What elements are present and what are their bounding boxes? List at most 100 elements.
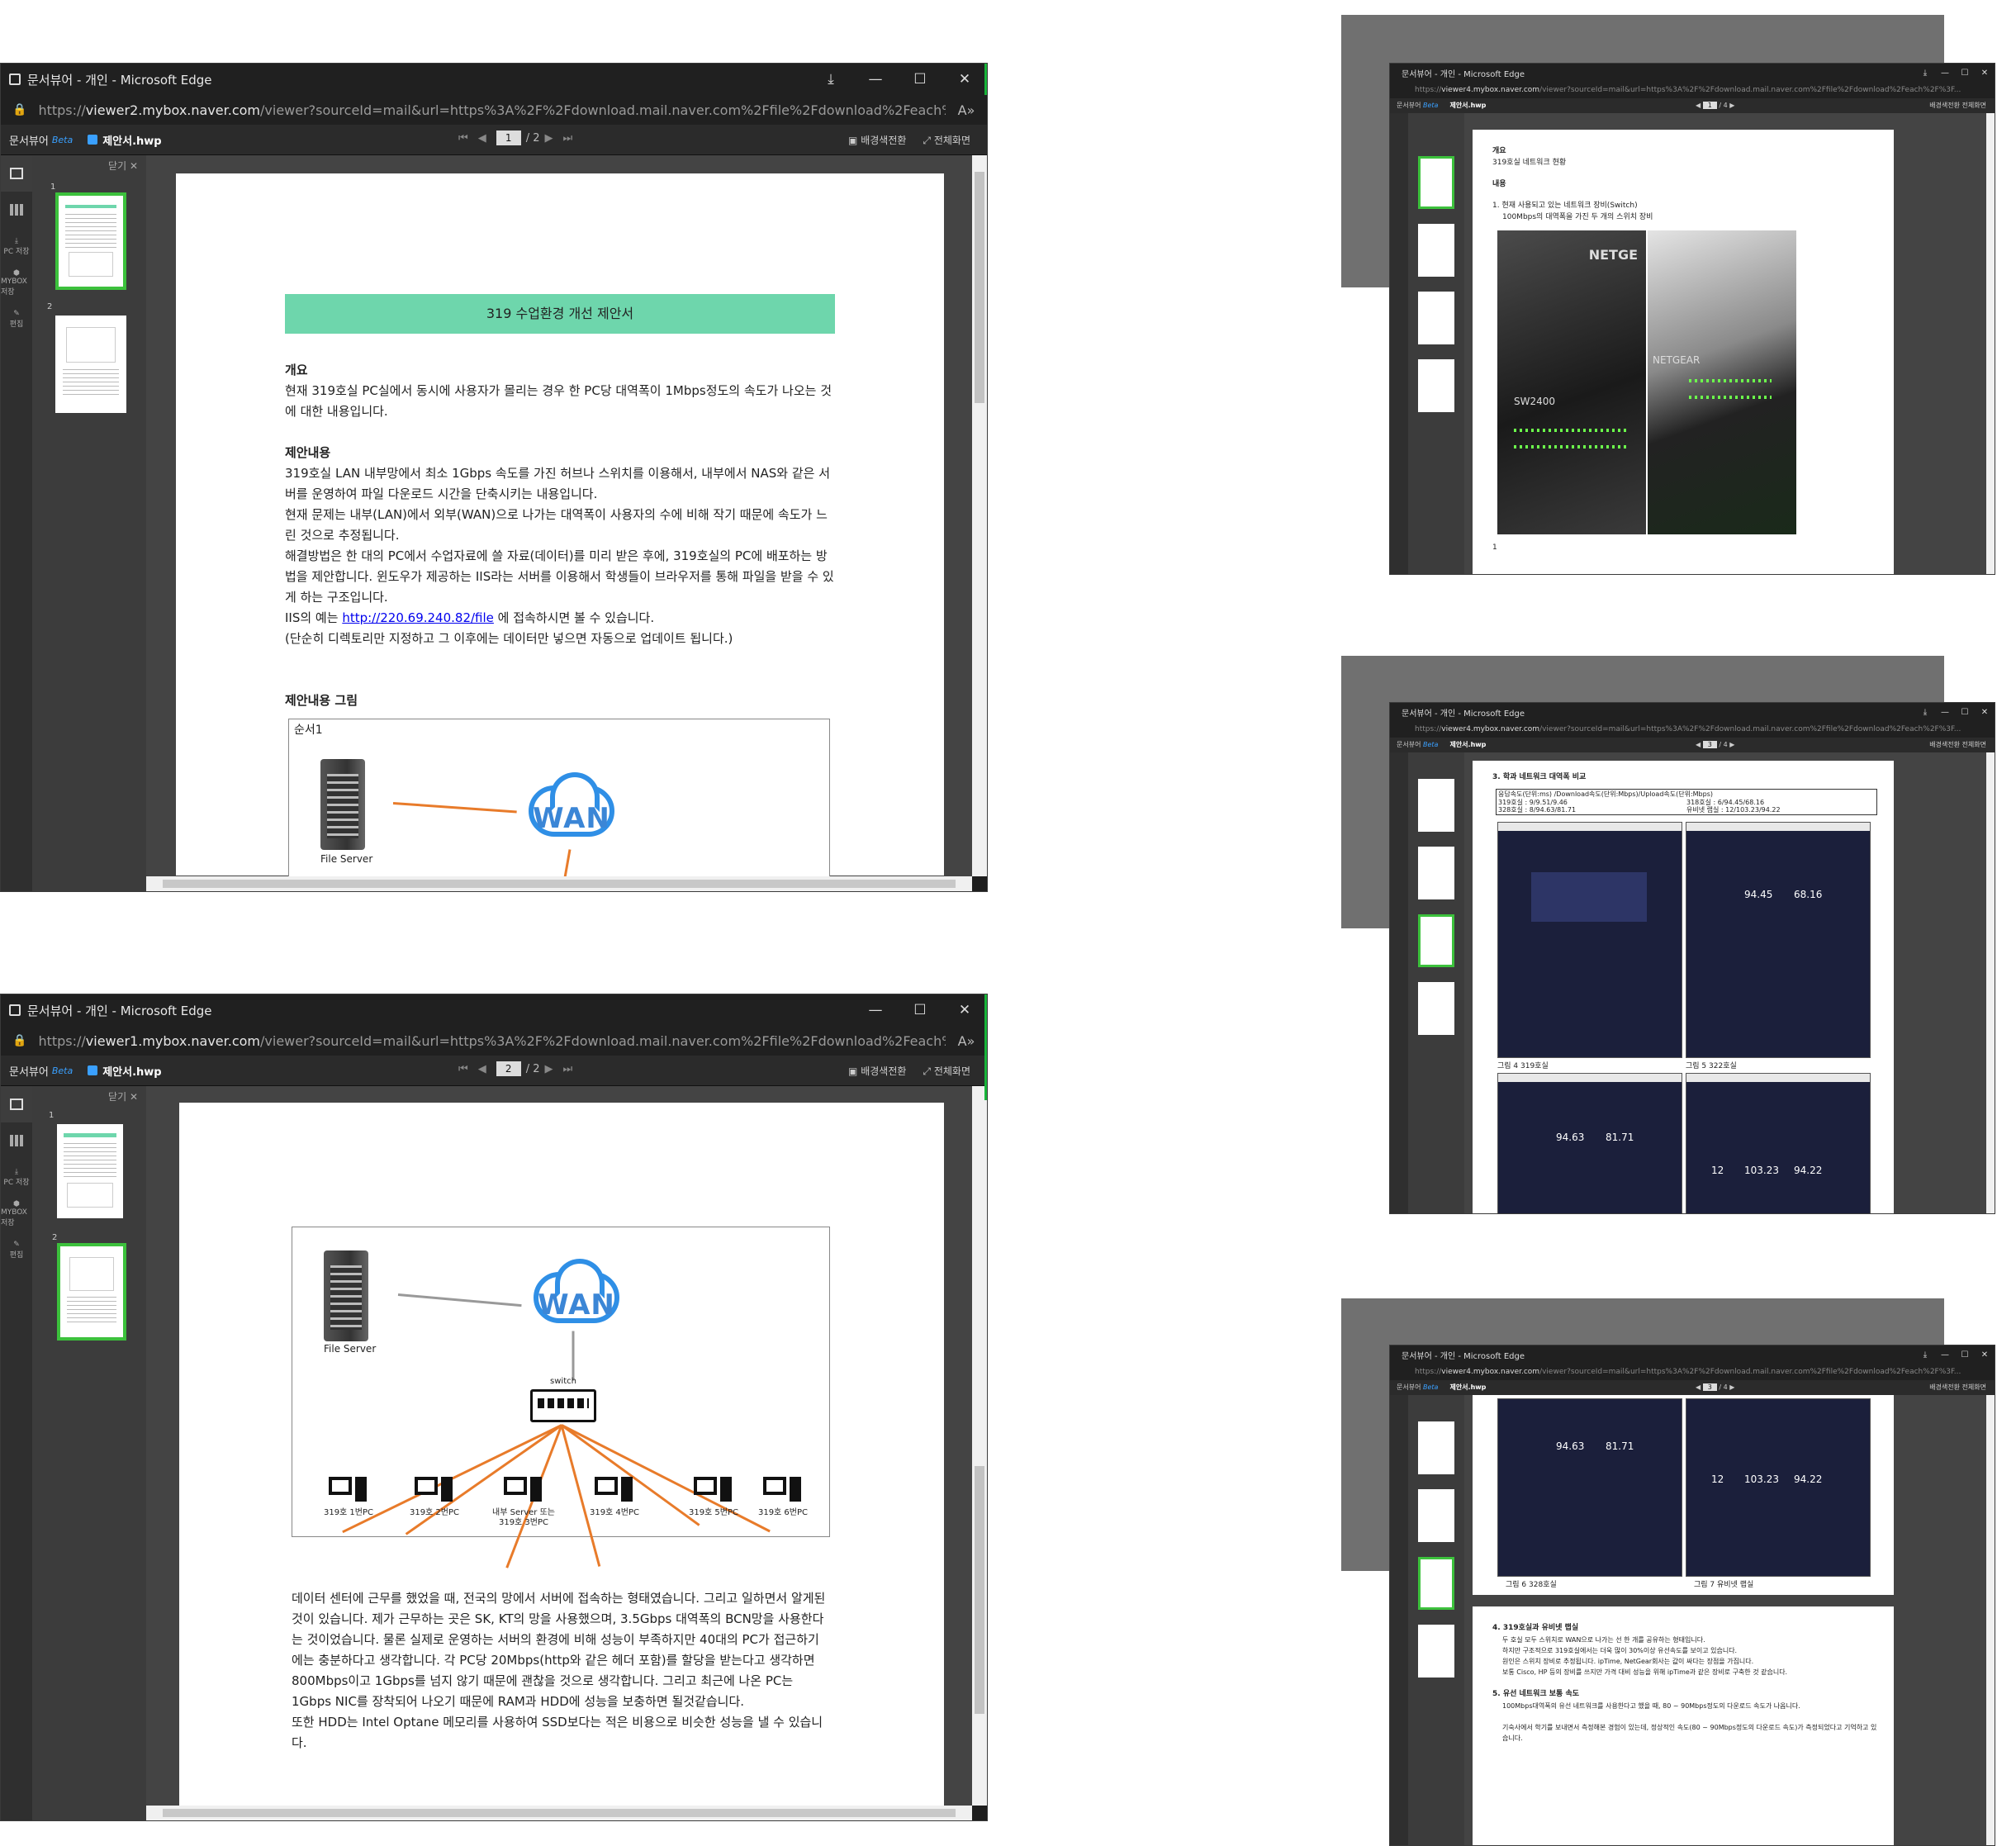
grid-view-button[interactable]	[1, 1122, 32, 1159]
address-bar[interactable]: 🔒 https://viewer1.mybox.naver.com/viewer…	[1, 1026, 987, 1056]
title-bar: 문서뷰어 - 개인 - Microsoft Edge — ☐ ✕	[1, 994, 987, 1026]
pc-icon-1: 319호 1번PC	[324, 1477, 373, 1517]
viewer-toolbar: 문서뷰어 Beta 제안서.hwp ⏮ ◀ 2 / 2 ▶ ⏭ ▣ 배경색전환 …	[1, 1056, 987, 1086]
toolbar-right-buttons[interactable]: 배경색전환 전체화면	[1929, 738, 1986, 752]
thumbnail-page-2[interactable]	[1418, 847, 1454, 899]
close-thumbnails-button[interactable]: 닫기 ✕	[108, 159, 138, 173]
next-page-button[interactable]: ▶	[545, 1063, 553, 1075]
thumbnail-page-3[interactable]	[1418, 292, 1454, 344]
close-button[interactable]: ✕	[1975, 69, 1995, 78]
thumbnail-page-1[interactable]	[1418, 156, 1454, 209]
download-icon[interactable]: ⤓	[809, 71, 853, 88]
minimize-button[interactable]: —	[853, 1002, 898, 1018]
bg-toggle-button[interactable]: ▣ 배경색전환	[848, 133, 906, 147]
thumbnail-page-3[interactable]	[1418, 1557, 1454, 1610]
minimize-button[interactable]: —	[1935, 1350, 1955, 1360]
maximize-button[interactable]: ☐	[1955, 1350, 1975, 1360]
document-area: 개요 319호실 네트워크 현황 내용 1. 현재 사용되고 있는 네트워크 장…	[1464, 113, 1986, 574]
page-navigator[interactable]: ◀ 3 / 4 ▶	[1696, 738, 1734, 752]
thumbnail-page-1[interactable]	[1418, 779, 1454, 832]
minimize-button[interactable]: —	[1935, 69, 1955, 78]
vertical-scrollbar[interactable]	[1986, 113, 1995, 574]
screenshot-ubinet: 12 103.23 94.22	[1686, 1398, 1871, 1577]
download-icon[interactable]: ⤓	[1915, 708, 1935, 717]
horizontal-scrollbar[interactable]	[146, 876, 972, 891]
single-view-button[interactable]	[1, 155, 32, 192]
thumbnail-page-1[interactable]: 1	[49, 1111, 123, 1218]
grid-view-button[interactable]	[1, 192, 32, 228]
vertical-scrollbar[interactable]	[972, 1086, 987, 1806]
address-bar[interactable]: https://viewer4.mybox.naver.com/viewer?s…	[1390, 82, 1995, 98]
maximize-button[interactable]: ☐	[1955, 69, 1975, 78]
thumbnail-page-2[interactable]: 2	[52, 1233, 126, 1341]
fullscreen-button[interactable]: ⤢ 전체화면	[923, 1064, 970, 1078]
proposal-p1: 319호실 LAN 내부망에서 최소 1Gbps 속도를 가진 허브나 스위치를…	[285, 466, 830, 501]
viewer-toolbar: 문서뷰어 Beta 제안서.hwp ◀ 1 / 4 ▶ 배경색전환 전체화면	[1390, 98, 1995, 113]
maximize-button[interactable]: ☐	[898, 1002, 942, 1018]
pc-save-button[interactable]: ⤓ PC 저장	[1, 1159, 32, 1195]
thumbnail-page-1[interactable]: 1	[50, 183, 126, 290]
minimize-button[interactable]: —	[853, 71, 898, 88]
close-button[interactable]: ✕	[942, 1002, 987, 1018]
first-page-button[interactable]: ⏮	[458, 1063, 468, 1075]
pc-save-button[interactable]: ⤓ PC 저장	[1, 228, 32, 264]
screenshot-319	[1497, 822, 1682, 1058]
mybox-save-button[interactable]: ⬢ MYBOX 저장	[1, 1195, 32, 1231]
edit-button[interactable]: ✎ 편집	[1, 301, 32, 337]
horizontal-scrollbar[interactable]	[146, 1806, 972, 1820]
last-page-button[interactable]: ⏭	[563, 132, 573, 145]
thumbnail-page-3[interactable]	[1418, 914, 1454, 967]
switch-photo-2: NETGEAR	[1648, 230, 1796, 534]
thumbnail-page-2[interactable]: 2	[47, 302, 126, 413]
fullscreen-button[interactable]: ⤢ 전체화면	[923, 133, 970, 147]
read-aloud-icon[interactable]: A»	[946, 1033, 987, 1049]
thumbnail-page-4[interactable]	[1418, 1625, 1454, 1678]
download-icon[interactable]: ⤓	[1915, 69, 1935, 78]
page-input[interactable]: 1	[496, 131, 521, 145]
hwp-file-icon	[88, 135, 98, 145]
page-input[interactable]: 2	[496, 1061, 521, 1076]
pc-icon-2: 319호 2번PC	[410, 1477, 459, 1517]
next-page-button[interactable]: ▶	[545, 132, 553, 145]
prev-page-button[interactable]: ◀	[478, 1063, 486, 1075]
wan-cloud-icon: WAN	[519, 1259, 634, 1328]
document-area: File Server WAN switch 319호 1번PC 319호 2번…	[146, 1086, 972, 1806]
read-aloud-icon[interactable]: A»	[946, 102, 987, 118]
thumbnail-page-4[interactable]	[1418, 982, 1454, 1035]
url-text[interactable]: https://viewer2.mybox.naver.com/viewer?s…	[38, 102, 946, 118]
first-page-button[interactable]: ⏮	[458, 132, 468, 145]
mybox-save-button[interactable]: ⬢ MYBOX 저장	[1, 264, 32, 301]
address-bar[interactable]: https://viewer4.mybox.naver.com/viewer?s…	[1390, 1364, 1995, 1380]
bg-toggle-button[interactable]: ▣ 배경색전환	[848, 1064, 906, 1078]
edit-button[interactable]: ✎ 편집	[1, 1231, 32, 1268]
close-thumbnails-button[interactable]: 닫기 ✕	[108, 1089, 138, 1103]
maximize-button[interactable]: ☐	[1955, 708, 1975, 717]
single-view-button[interactable]	[1, 1086, 32, 1122]
thumbnail-page-1[interactable]	[1418, 1421, 1454, 1474]
document-area: 94.63 81.71 12 103.23 94.22 그림 6 328호실 그림 7…	[1464, 1395, 1986, 1845]
vertical-scrollbar[interactable]	[972, 155, 987, 876]
thumbnail-page-2[interactable]	[1418, 1489, 1454, 1542]
address-bar[interactable]: https://viewer4.mybox.naver.com/viewer?s…	[1390, 721, 1995, 738]
vertical-scrollbar[interactable]	[1986, 752, 1995, 1213]
window-title: 문서뷰어 - 개인 - Microsoft Edge	[27, 72, 212, 88]
download-icon[interactable]: ⤓	[1915, 1350, 1935, 1360]
thumbnail-page-2[interactable]	[1418, 224, 1454, 277]
thumbnail-page-4[interactable]	[1418, 359, 1454, 412]
page-navigator[interactable]: ◀ 1 / 4 ▶	[1696, 98, 1734, 113]
vertical-scrollbar[interactable]	[1986, 1395, 1995, 1845]
last-page-button[interactable]: ⏭	[563, 1063, 573, 1075]
prev-page-button[interactable]: ◀	[478, 132, 486, 145]
toolbar-right-buttons[interactable]: 배경색전환 전체화면	[1929, 98, 1986, 113]
maximize-button[interactable]: ☐	[898, 71, 942, 88]
iis-link[interactable]: http://220.69.240.82/file	[342, 610, 494, 625]
address-bar[interactable]: 🔒 https://viewer2.mybox.naver.com/viewer…	[1, 95, 987, 125]
close-button[interactable]: ✕	[1975, 708, 1995, 717]
url-text[interactable]: https://viewer1.mybox.naver.com/viewer?s…	[38, 1033, 946, 1049]
close-button[interactable]: ✕	[1975, 1350, 1995, 1360]
close-button[interactable]: ✕	[942, 71, 987, 88]
minimize-button[interactable]: —	[1935, 708, 1955, 717]
page-navigator[interactable]: ◀ 3 / 4 ▶	[1696, 1380, 1734, 1395]
link-line	[560, 849, 572, 876]
toolbar-right-buttons[interactable]: 배경색전환 전체화면	[1929, 1380, 1986, 1395]
